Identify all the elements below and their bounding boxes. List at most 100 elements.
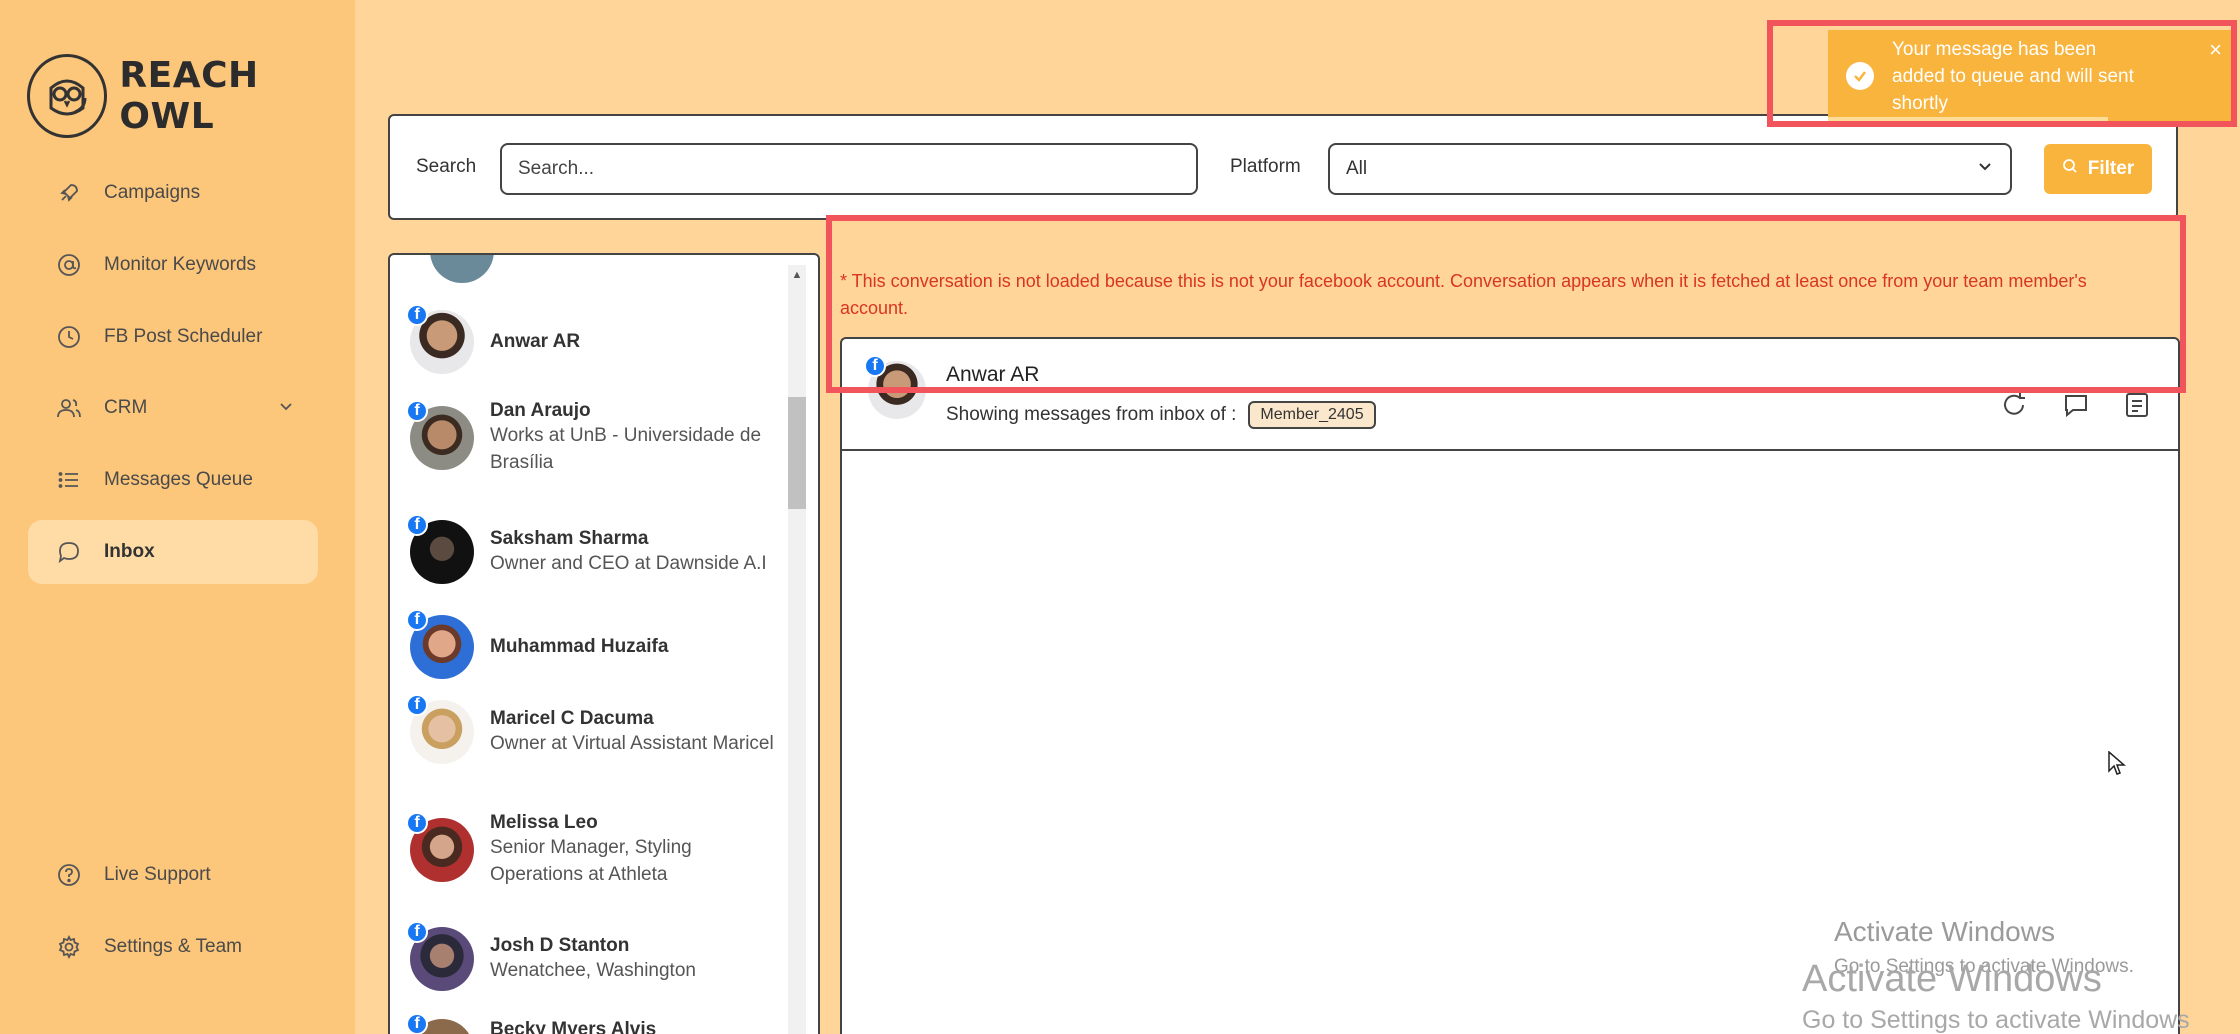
avatar: f [406,304,474,374]
sidebar-item-label: Messages Queue [104,469,253,490]
contact-name: Maricel C Dacuma [490,707,654,729]
list-item[interactable]: f Dan Araujo Works at UnB - Universidade… [406,400,780,476]
sidebar-item-messages-queue[interactable]: Messages Queue [28,448,318,512]
at-icon [56,252,82,278]
facebook-icon: f [406,514,428,536]
sidebar-item-monitor-keywords[interactable]: Monitor Keywords [28,233,318,297]
sidebar-item-label: FB Post Scheduler [104,326,263,347]
brand-logo[interactable]: REACH OWL [27,54,355,138]
avatar: f [406,1013,474,1034]
contact-list[interactable]: ▲ f Anwar AR f Dan Araujo Works at UnB -… [388,253,820,1034]
check-icon [1846,62,1874,90]
sidebar-item-crm[interactable]: CRM [28,376,318,440]
scrollbar-track[interactable] [788,265,806,1034]
search-icon [2062,158,2078,180]
avatar: f [406,694,474,764]
platform-select[interactable]: All [1328,143,2012,195]
facebook-icon: f [406,609,428,631]
contact-subtitle: Owner and CEO at Dawnside A.I [490,552,767,574]
mouse-cursor-icon [2108,750,2127,782]
avatar [430,255,494,283]
watermark-title-secondary: Activate Windows [1802,958,2102,1000]
contact-name: Saksham Sharma [490,527,649,549]
users-icon [56,395,82,421]
clock-icon [56,324,82,350]
refresh-icon[interactable] [2000,391,2028,424]
sidebar-item-label: Settings & Team [104,936,243,957]
facebook-icon: f [406,304,428,326]
facebook-icon: f [406,1013,428,1034]
contact-name: Anwar AR [490,331,581,352]
inbox-owner-line: Showing messages from inbox of : Member_… [946,401,1376,429]
message-icon[interactable] [2062,391,2090,424]
scroll-up-arrow-icon[interactable]: ▲ [788,269,806,281]
member-badge: Member_2405 [1248,401,1376,429]
avatar: f [406,514,474,584]
list-item[interactable]: f Josh D Stanton Wenatchee, Washington [406,921,780,991]
toast-notification: Your message has been added to queue and… [1828,30,2234,122]
sidebar-item-label: Inbox [104,541,155,562]
avatar: f [406,609,474,679]
conversation-notice: * This conversation is not loaded becaus… [840,271,2087,318]
chat-icon [56,539,82,565]
contact-name: Muhammad Huzaifa [490,636,669,657]
sidebar-item-label: Monitor Keywords [104,254,257,275]
facebook-icon: f [406,694,428,716]
list-item[interactable]: f Becky Myers Alvis [406,1013,780,1034]
list-item[interactable]: f Anwar AR [406,304,780,374]
list-icon [56,467,82,493]
facebook-icon: f [406,400,428,422]
sidebar-item-label: CRM [104,397,148,418]
facebook-icon: f [406,921,428,943]
sidebar-item-inbox[interactable]: Inbox [28,520,318,584]
scrollbar-thumb[interactable] [788,397,806,509]
sidebar-item-live-support[interactable]: Live Support [28,843,318,907]
conversation-name: Anwar AR [946,363,1040,386]
sidebar-item-label: Live Support [104,864,211,885]
sidebar-item-campaigns[interactable]: Campaigns [28,161,318,225]
notes-icon[interactable] [2124,391,2150,424]
list-item[interactable]: f Saksham Sharma Owner and CEO at Dawnsi… [406,514,780,584]
contact-subtitle: Senior Manager, Styling Operations at At… [490,837,692,885]
facebook-icon: f [864,355,886,377]
watermark-title: Activate Windows [1834,916,2055,947]
list-item[interactable]: f Muhammad Huzaifa [406,609,780,679]
list-item[interactable]: f Maricel C Dacuma Owner at Virtual Assi… [406,694,780,764]
sidebar: REACH OWL Campaigns Monitor Keywords FB … [0,0,355,1034]
search-label: Search [416,156,477,177]
brand-name: REACH OWL [119,55,259,137]
facebook-icon: f [406,812,428,834]
avatar: f [406,400,474,470]
contact-name: Josh D Stanton [490,934,630,956]
owl-logo-icon [27,54,108,138]
chevron-down-icon [278,398,294,420]
sidebar-item-label: Campaigns [104,182,201,203]
gear-icon [56,934,82,960]
close-icon[interactable]: × [2209,36,2222,63]
toast-progress [1828,117,2108,122]
filter-button-label: Filter [2087,158,2135,179]
contact-subtitle: Owner at Virtual Assistant Maricel [490,732,774,754]
watermark-subtitle-secondary: Go to Settings to activate Windows [1802,1006,2190,1034]
help-icon [56,862,82,888]
sidebar-item-fb-post-scheduler[interactable]: FB Post Scheduler [28,305,318,369]
conversation-toolbar [2000,391,2150,424]
filter-button[interactable]: Filter [2044,144,2152,194]
contact-name: Melissa Leo [490,812,598,833]
contact-subtitle: Works at UnB - Universidade de Brasília [490,425,762,473]
rocket-icon [56,180,82,206]
sidebar-item-settings-team[interactable]: Settings & Team [28,915,318,979]
toast-message: Your message has been added to queue and… [1892,38,2134,114]
avatar: f [406,812,474,882]
contact-name: Becky Myers Alvis [490,1019,657,1034]
filter-bar: Search Platform All Filter [388,114,2178,220]
search-input[interactable] [500,143,1198,195]
conversation-header: f Anwar AR Showing messages from inbox o… [842,339,2178,451]
list-item[interactable]: f Melissa Leo Senior Manager, Styling Op… [406,812,780,888]
inbox-owner-label: Showing messages from inbox of : [946,404,1237,425]
avatar: f [406,921,474,991]
contact-name: Dan Araujo [490,400,591,421]
platform-value: All [1346,158,1368,179]
avatar: f [864,355,932,425]
chevron-down-icon [1976,157,1994,181]
